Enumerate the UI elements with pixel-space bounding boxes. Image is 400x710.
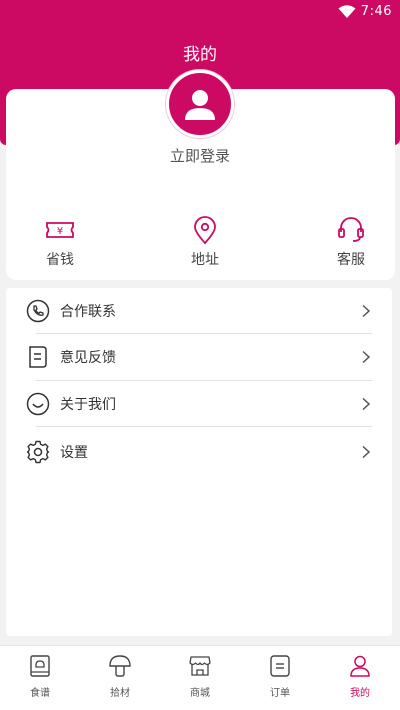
feedback-icon: [29, 346, 47, 368]
smile-icon: [26, 392, 50, 416]
status-bar: 7:46: [0, 0, 400, 24]
menu-item-label: 合作联系: [60, 304, 116, 320]
quick-action-service[interactable]: 客服: [311, 215, 391, 269]
user-icon: [350, 655, 370, 677]
store-icon: [189, 656, 211, 676]
tab-label: 订单: [270, 688, 290, 699]
menu-item-contact[interactable]: 合作联系: [26, 288, 372, 334]
chevron-right-icon: [362, 445, 371, 459]
mushroom-icon: [109, 655, 131, 677]
menu-item-settings[interactable]: 设置: [26, 429, 372, 475]
quick-action-label: 客服: [337, 252, 365, 268]
chevron-right-icon: [362, 350, 371, 364]
quick-action-label: 地址: [191, 252, 219, 268]
quick-action-address[interactable]: 地址: [165, 215, 245, 269]
divider: [36, 426, 372, 427]
coupon-icon: ¥: [46, 222, 74, 238]
order-icon: [270, 655, 290, 677]
tab-bar: 食谱 拾材 商城 订单 我的: [0, 645, 400, 710]
tab-ingredients[interactable]: 拾材: [80, 654, 160, 699]
quick-action-save[interactable]: ¥ 省钱: [20, 215, 100, 269]
recipe-book-icon: [30, 655, 50, 677]
tab-label: 我的: [350, 688, 370, 699]
location-pin-icon: [194, 216, 216, 245]
wifi-icon: [338, 5, 356, 18]
tab-label: 拾材: [110, 688, 130, 699]
tab-label: 食谱: [30, 688, 50, 699]
menu-item-about[interactable]: 关于我们: [26, 381, 372, 427]
tab-recipes[interactable]: 食谱: [0, 654, 80, 699]
tab-mine[interactable]: 我的: [320, 654, 400, 699]
chevron-right-icon: [362, 304, 371, 318]
user-avatar-icon: [185, 90, 215, 120]
avatar[interactable]: [166, 70, 234, 138]
phone-icon: [26, 299, 50, 323]
page-title: 我的: [183, 45, 217, 65]
chevron-right-icon: [362, 397, 371, 411]
menu-card: 合作联系 意见反馈 关于我们 设置: [6, 288, 392, 636]
menu-item-label: 设置: [60, 445, 88, 461]
tab-store[interactable]: 商城: [160, 654, 240, 699]
tab-orders[interactable]: 订单: [240, 654, 320, 699]
status-time: 7:46: [360, 4, 392, 19]
quick-action-label: 省钱: [46, 252, 74, 268]
login-button[interactable]: 立即登录: [0, 145, 400, 166]
svg-text:¥: ¥: [57, 226, 63, 237]
tab-label: 商城: [190, 688, 210, 699]
menu-item-label: 意见反馈: [60, 350, 116, 366]
headset-icon: [338, 217, 364, 242]
gear-icon: [26, 440, 50, 464]
menu-item-feedback[interactable]: 意见反馈: [26, 334, 372, 380]
menu-item-label: 关于我们: [60, 397, 116, 413]
